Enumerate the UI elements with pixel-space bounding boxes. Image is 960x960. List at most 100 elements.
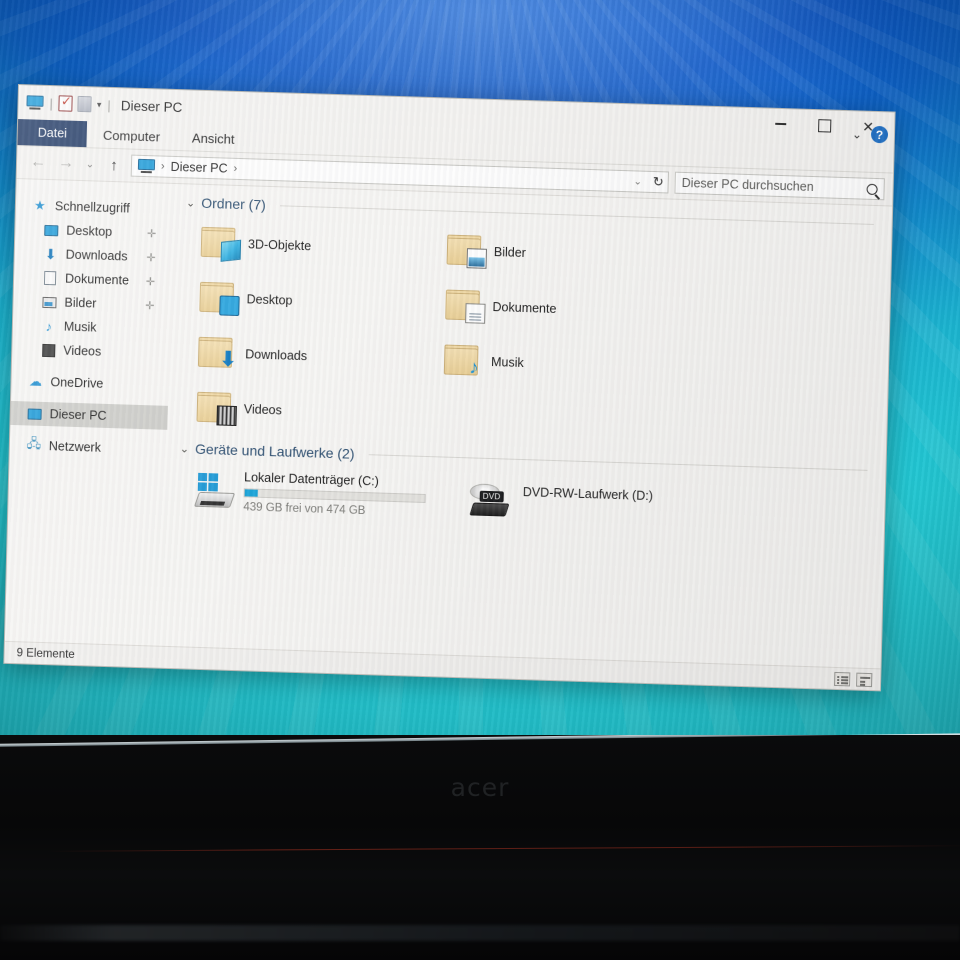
view-buttons[interactable] [834, 671, 873, 687]
help-button[interactable]: ? [870, 125, 889, 144]
new-folder-icon[interactable] [77, 95, 93, 113]
pin-icon[interactable]: ✛ [147, 227, 157, 240]
cloud-icon: ☁ [28, 373, 43, 389]
navigation-pane[interactable]: ★ Schnellzugriff Desktop ✛ ⬇ Downloads ✛ [4, 179, 175, 646]
folder-music-icon: ♪ [443, 344, 483, 378]
list-item[interactable]: DVD DVD-RW-Laufwerk (D:) [453, 469, 729, 536]
list-item[interactable]: Desktop [183, 269, 430, 332]
breadcrumb-separator-2[interactable]: › [233, 163, 237, 175]
address-history-chevron-down-icon[interactable]: ⌄ [631, 176, 645, 187]
drive-free-space: 439 GB frei von 474 GB [243, 501, 366, 518]
address-this-pc-icon [137, 158, 156, 174]
expand-ribbon-chevron-down-icon[interactable]: ⌄ [852, 127, 862, 141]
file-explorer-window[interactable]: | ▾ | Dieser PC ✕ Datei Computer Ansicht [3, 84, 896, 692]
window-body: ★ Schnellzugriff Desktop ✛ ⬇ Downloads ✛ [4, 178, 893, 669]
this-pc-icon[interactable] [26, 95, 44, 110]
list-item-label: Bilder [493, 244, 527, 260]
list-item-label: Downloads [245, 346, 308, 363]
sidebar-item-label: Musik [63, 319, 97, 335]
group-header-label: Geräte und Laufwerke (2) [194, 440, 355, 462]
search-input[interactable]: Dieser PC durchsuchen [674, 171, 885, 201]
list-item[interactable]: Dokumente [429, 277, 676, 340]
group-header-label: Ordner (7) [201, 194, 267, 213]
sidebar-item-dieser-pc[interactable]: Dieser PC [10, 400, 168, 430]
hard-drive-windows-icon [193, 472, 236, 508]
bezel-top-edge [0, 735, 960, 748]
back-button[interactable]: ← [27, 153, 49, 172]
network-icon: 🖧 [26, 435, 42, 451]
address-tools[interactable]: ⌄ ↻ [631, 173, 664, 190]
list-item-label: Musik [490, 354, 524, 370]
list-item-label: Lokaler Datenträger (C:) [243, 470, 380, 489]
details-view-button[interactable] [834, 671, 851, 686]
chevron-down-icon[interactable]: ⌄ [180, 442, 190, 455]
tab-datei[interactable]: Datei [17, 119, 88, 148]
laptop-screen: | ▾ | Dieser PC ✕ Datei Computer Ansicht [0, 0, 960, 742]
forward-button[interactable]: → [55, 154, 77, 173]
folder-downloads-icon: ⬇ [197, 336, 237, 370]
keyboard-glint [0, 925, 960, 941]
list-item[interactable]: Lokaler Datenträger (C:) 439 GB frei von… [178, 460, 454, 527]
sidebar-item-label: Downloads [65, 247, 128, 264]
monitor-icon [43, 222, 59, 238]
pin-icon[interactable]: ✛ [146, 275, 156, 288]
large-icons-view-button[interactable] [856, 672, 873, 687]
sidebar-item-netzwerk[interactable]: 🖧 Netzwerk [10, 433, 168, 462]
sidebar-item-label: Dokumente [64, 271, 130, 288]
refresh-icon[interactable]: ↻ [653, 174, 664, 190]
tab-ansicht[interactable]: Ansicht [176, 124, 251, 152]
folder-desktop-icon [199, 281, 240, 316]
monitor-icon [26, 405, 42, 421]
sidebar-item-label: Netzwerk [48, 439, 102, 455]
chevron-down-icon[interactable]: ⌄ [186, 196, 196, 209]
properties-icon[interactable] [58, 95, 74, 112]
chevron-down-icon[interactable]: ▾ [97, 99, 102, 110]
content-pane[interactable]: ⌄ Ordner (7) 3D-Objekte Bilder Desktop D… [163, 184, 892, 668]
star-icon: ★ [33, 197, 46, 213]
picture-icon [41, 294, 57, 310]
sidebar-item-onedrive[interactable]: ☁ OneDrive [11, 369, 169, 398]
tab-computer[interactable]: Computer [87, 121, 177, 150]
sidebar-item-label: Videos [63, 343, 102, 359]
drive-meta: Lokaler Datenträger (C:) 439 GB frei von… [243, 468, 426, 519]
qat-divider-1: | [49, 95, 54, 111]
up-button[interactable]: ↑ [103, 156, 125, 174]
breadcrumb-separator-1: › [160, 160, 165, 173]
list-item-label: Videos [243, 401, 283, 417]
ribbon-right-controls[interactable]: ⌄ ? [852, 125, 889, 144]
qat-divider-2: | [107, 97, 112, 113]
minimize-button[interactable] [758, 108, 803, 139]
capacity-bar [243, 488, 426, 503]
document-icon [42, 270, 58, 286]
hinge-line [48, 845, 960, 852]
list-item[interactable]: 3D-Objekte [184, 214, 431, 277]
page-title: Dieser PC [120, 97, 183, 115]
list-item-label: Dokumente [492, 299, 557, 316]
list-item[interactable]: Bilder [430, 222, 677, 285]
recent-locations-chevron-down-icon[interactable]: ⌄ [83, 159, 97, 170]
list-item[interactable]: ♪ Musik [427, 332, 674, 395]
maximize-button[interactable] [802, 110, 847, 141]
quick-access-toolbar[interactable]: | ▾ | [26, 94, 112, 113]
sidebar-item-label: Desktop [66, 223, 113, 240]
breadcrumb[interactable]: Dieser PC [170, 160, 227, 176]
sidebar-item-videos[interactable]: Videos [12, 337, 170, 366]
sidebar-item-label: Dieser PC [49, 407, 107, 423]
drive-meta: DVD-RW-Laufwerk (D:) [523, 477, 654, 507]
dvd-drive-icon: DVD [469, 483, 514, 517]
sidebar-item-label: OneDrive [50, 375, 104, 391]
pin-icon[interactable]: ✛ [145, 299, 155, 312]
list-item[interactable]: Videos [180, 379, 427, 442]
sidebar-item-label: Schnellzugriff [54, 199, 130, 216]
search-placeholder: Dieser PC durchsuchen [681, 175, 814, 195]
photo-of-laptop: | ▾ | Dieser PC ✕ Datei Computer Ansicht [0, 0, 960, 960]
search-icon[interactable] [866, 183, 878, 195]
folder-grid[interactable]: 3D-Objekte Bilder Desktop Dokumente ⬇ Do… [180, 214, 891, 456]
pin-icon[interactable]: ✛ [146, 251, 156, 264]
list-item-label: Desktop [246, 291, 293, 308]
folder-documents-icon [445, 289, 486, 324]
folder-pictures-icon [446, 234, 487, 269]
acer-logo: acer [450, 773, 510, 802]
list-item[interactable]: ⬇ Downloads [182, 324, 429, 387]
download-icon: ⬇ [44, 245, 57, 262]
